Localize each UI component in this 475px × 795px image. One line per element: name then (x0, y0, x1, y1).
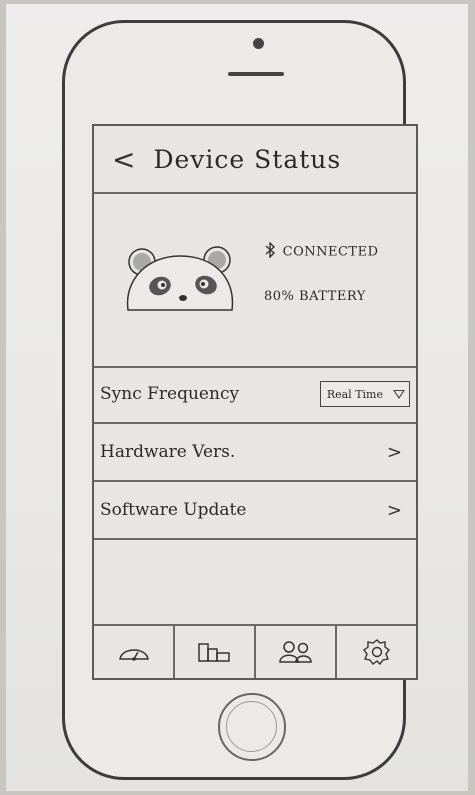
sync-frequency-value: Real Time (326, 387, 383, 401)
sync-frequency-label: Sync Frequency (100, 384, 240, 404)
home-button[interactable] (218, 693, 286, 761)
bar-chart-icon (197, 643, 230, 662)
tab-stats[interactable] (175, 626, 256, 678)
connection-status: CONNECTED (264, 241, 379, 262)
battery-status-text: 80% BATTERY (264, 289, 366, 304)
page-title: Device Status (153, 144, 342, 174)
chevron-down-icon (393, 389, 405, 399)
connection-status-text: CONNECTED (282, 244, 379, 260)
home-button-ring (226, 701, 277, 752)
tab-settings[interactable] (337, 626, 416, 678)
header-bar: < Device Status (94, 126, 416, 194)
screen: < Device Status CONNECTED 80% BATTERY Sy… (92, 124, 418, 680)
people-icon (278, 641, 312, 663)
software-update-label: Software Update (100, 500, 247, 520)
gauge-icon (118, 649, 149, 661)
bottom-tab-bar (94, 624, 416, 678)
back-button[interactable]: < (112, 143, 135, 176)
sync-frequency-row: Sync Frequency Real Time (94, 366, 416, 424)
hardware-version-row[interactable]: Hardware Vers. > (94, 424, 416, 482)
software-update-row[interactable]: Software Update > (94, 482, 416, 540)
panda-icon (126, 246, 234, 311)
chevron-right-icon: > (386, 441, 402, 463)
tab-dashboard[interactable] (94, 626, 175, 678)
battery-status: 80% BATTERY (264, 289, 366, 304)
camera-dot (253, 38, 264, 49)
speaker-slot (228, 72, 284, 76)
tab-social[interactable] (256, 626, 337, 678)
sync-frequency-select[interactable]: Real Time (319, 381, 410, 407)
gear-icon (362, 639, 390, 666)
bluetooth-icon (264, 241, 276, 262)
chevron-right-icon: > (386, 499, 402, 521)
device-status-panel: CONNECTED 80% BATTERY (94, 194, 416, 368)
hardware-version-label: Hardware Vers. (100, 442, 236, 462)
